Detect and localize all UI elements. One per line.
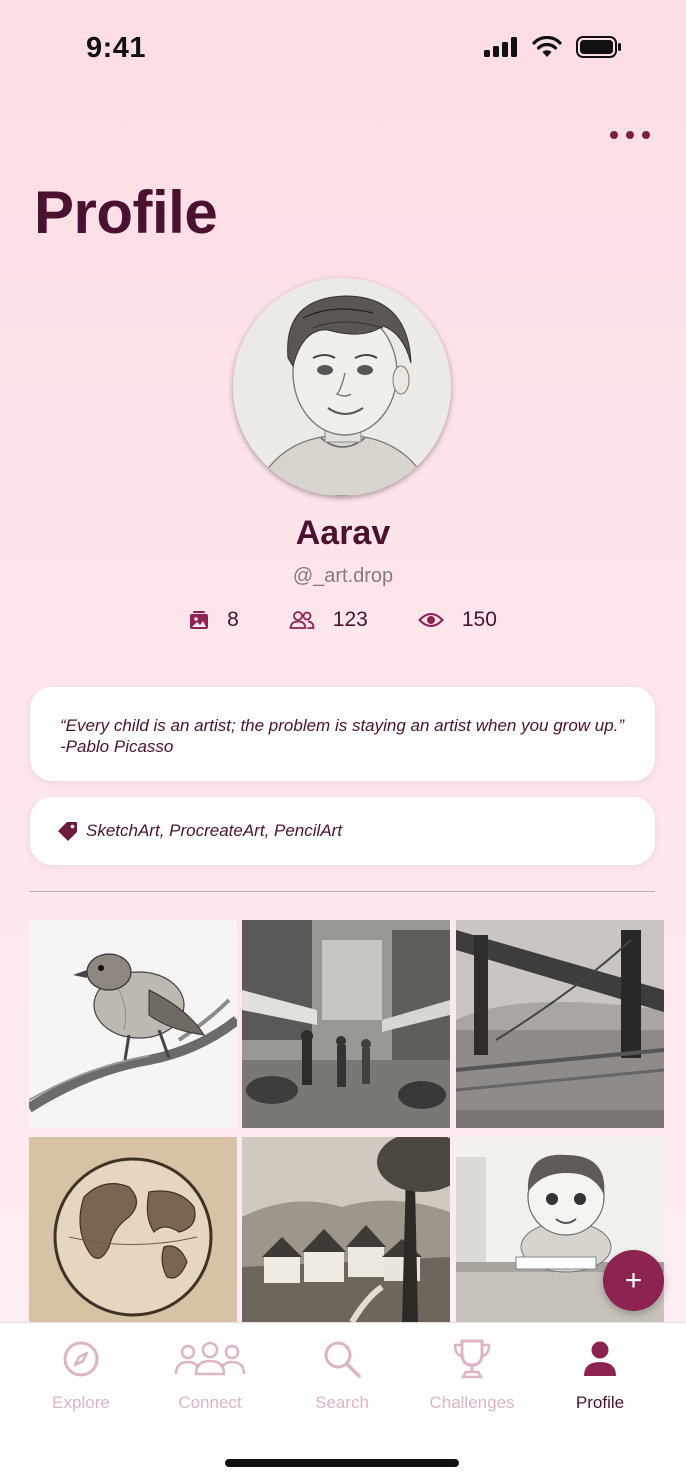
- artwork-tile-globe[interactable]: [29, 1137, 237, 1322]
- artwork-grid: [29, 920, 666, 1322]
- artwork-tile-sparrow[interactable]: [29, 920, 237, 1128]
- tag-icon: [58, 822, 77, 841]
- signal-icon: [484, 37, 517, 57]
- tab-challenges-label: Challenges: [429, 1393, 515, 1412]
- tab-search[interactable]: Search: [277, 1323, 407, 1423]
- page-title: Profile: [34, 179, 218, 246]
- wifi-icon: [532, 36, 562, 57]
- bio-quote: “Every child is an artist; the problem i…: [60, 716, 625, 756]
- tab-bar: Explore Connect Search Challenges Profil…: [0, 1322, 686, 1480]
- tab-connect-label: Connect: [178, 1393, 242, 1412]
- profile-name: Aarav: [295, 514, 391, 552]
- dot: [642, 131, 650, 139]
- profile-stats: 8 123 150: [0, 608, 686, 632]
- tab-connect[interactable]: Connect: [145, 1323, 275, 1423]
- status-bar: 9:41: [0, 0, 686, 100]
- person-icon: [584, 1341, 616, 1376]
- dot: [610, 131, 618, 139]
- stat-artworks[interactable]: 8: [189, 608, 239, 632]
- more-options-button[interactable]: [610, 120, 650, 150]
- status-icons: [484, 36, 622, 58]
- status-time: 9:41: [86, 32, 147, 64]
- tab-explore[interactable]: Explore: [16, 1323, 146, 1423]
- people-icon: [289, 611, 315, 629]
- artwork-tile-village[interactable]: [242, 1137, 450, 1322]
- divider: [30, 891, 655, 892]
- profile-handle: @_art.drop: [292, 565, 394, 587]
- people-icon: [174, 1341, 246, 1376]
- battery-icon: [576, 36, 621, 58]
- tags-list: SketchArt, ProcreateArt, PencilArt: [86, 821, 343, 840]
- add-artwork-button[interactable]: +: [603, 1250, 664, 1311]
- home-indicator: [225, 1459, 459, 1467]
- dot: [626, 131, 634, 139]
- tags-card[interactable]: SketchArt, ProcreateArt, PencilArt: [30, 797, 655, 865]
- stat-artworks-value: 8: [227, 608, 239, 631]
- gallery-icon: [190, 611, 209, 629]
- search-icon: [324, 1341, 361, 1378]
- stat-connections[interactable]: 123: [289, 608, 368, 632]
- tab-explore-label: Explore: [52, 1393, 110, 1412]
- stat-views[interactable]: 150: [417, 608, 497, 632]
- tab-profile-label: Profile: [575, 1393, 625, 1412]
- eye-icon: [417, 613, 444, 627]
- tab-profile[interactable]: Profile: [535, 1323, 665, 1423]
- tab-search-label: Search: [315, 1393, 369, 1412]
- trophy-icon: [453, 1339, 491, 1379]
- artwork-tile-bridge[interactable]: [456, 920, 664, 1128]
- stat-connections-value: 123: [332, 608, 368, 631]
- compass-icon: [63, 1341, 99, 1377]
- bio-quote-card: “Every child is an artist; the problem i…: [30, 687, 655, 781]
- tab-challenges[interactable]: Challenges: [407, 1323, 537, 1423]
- stat-views-value: 150: [461, 608, 497, 631]
- avatar[interactable]: [233, 278, 451, 496]
- artwork-tile-market[interactable]: [242, 920, 450, 1128]
